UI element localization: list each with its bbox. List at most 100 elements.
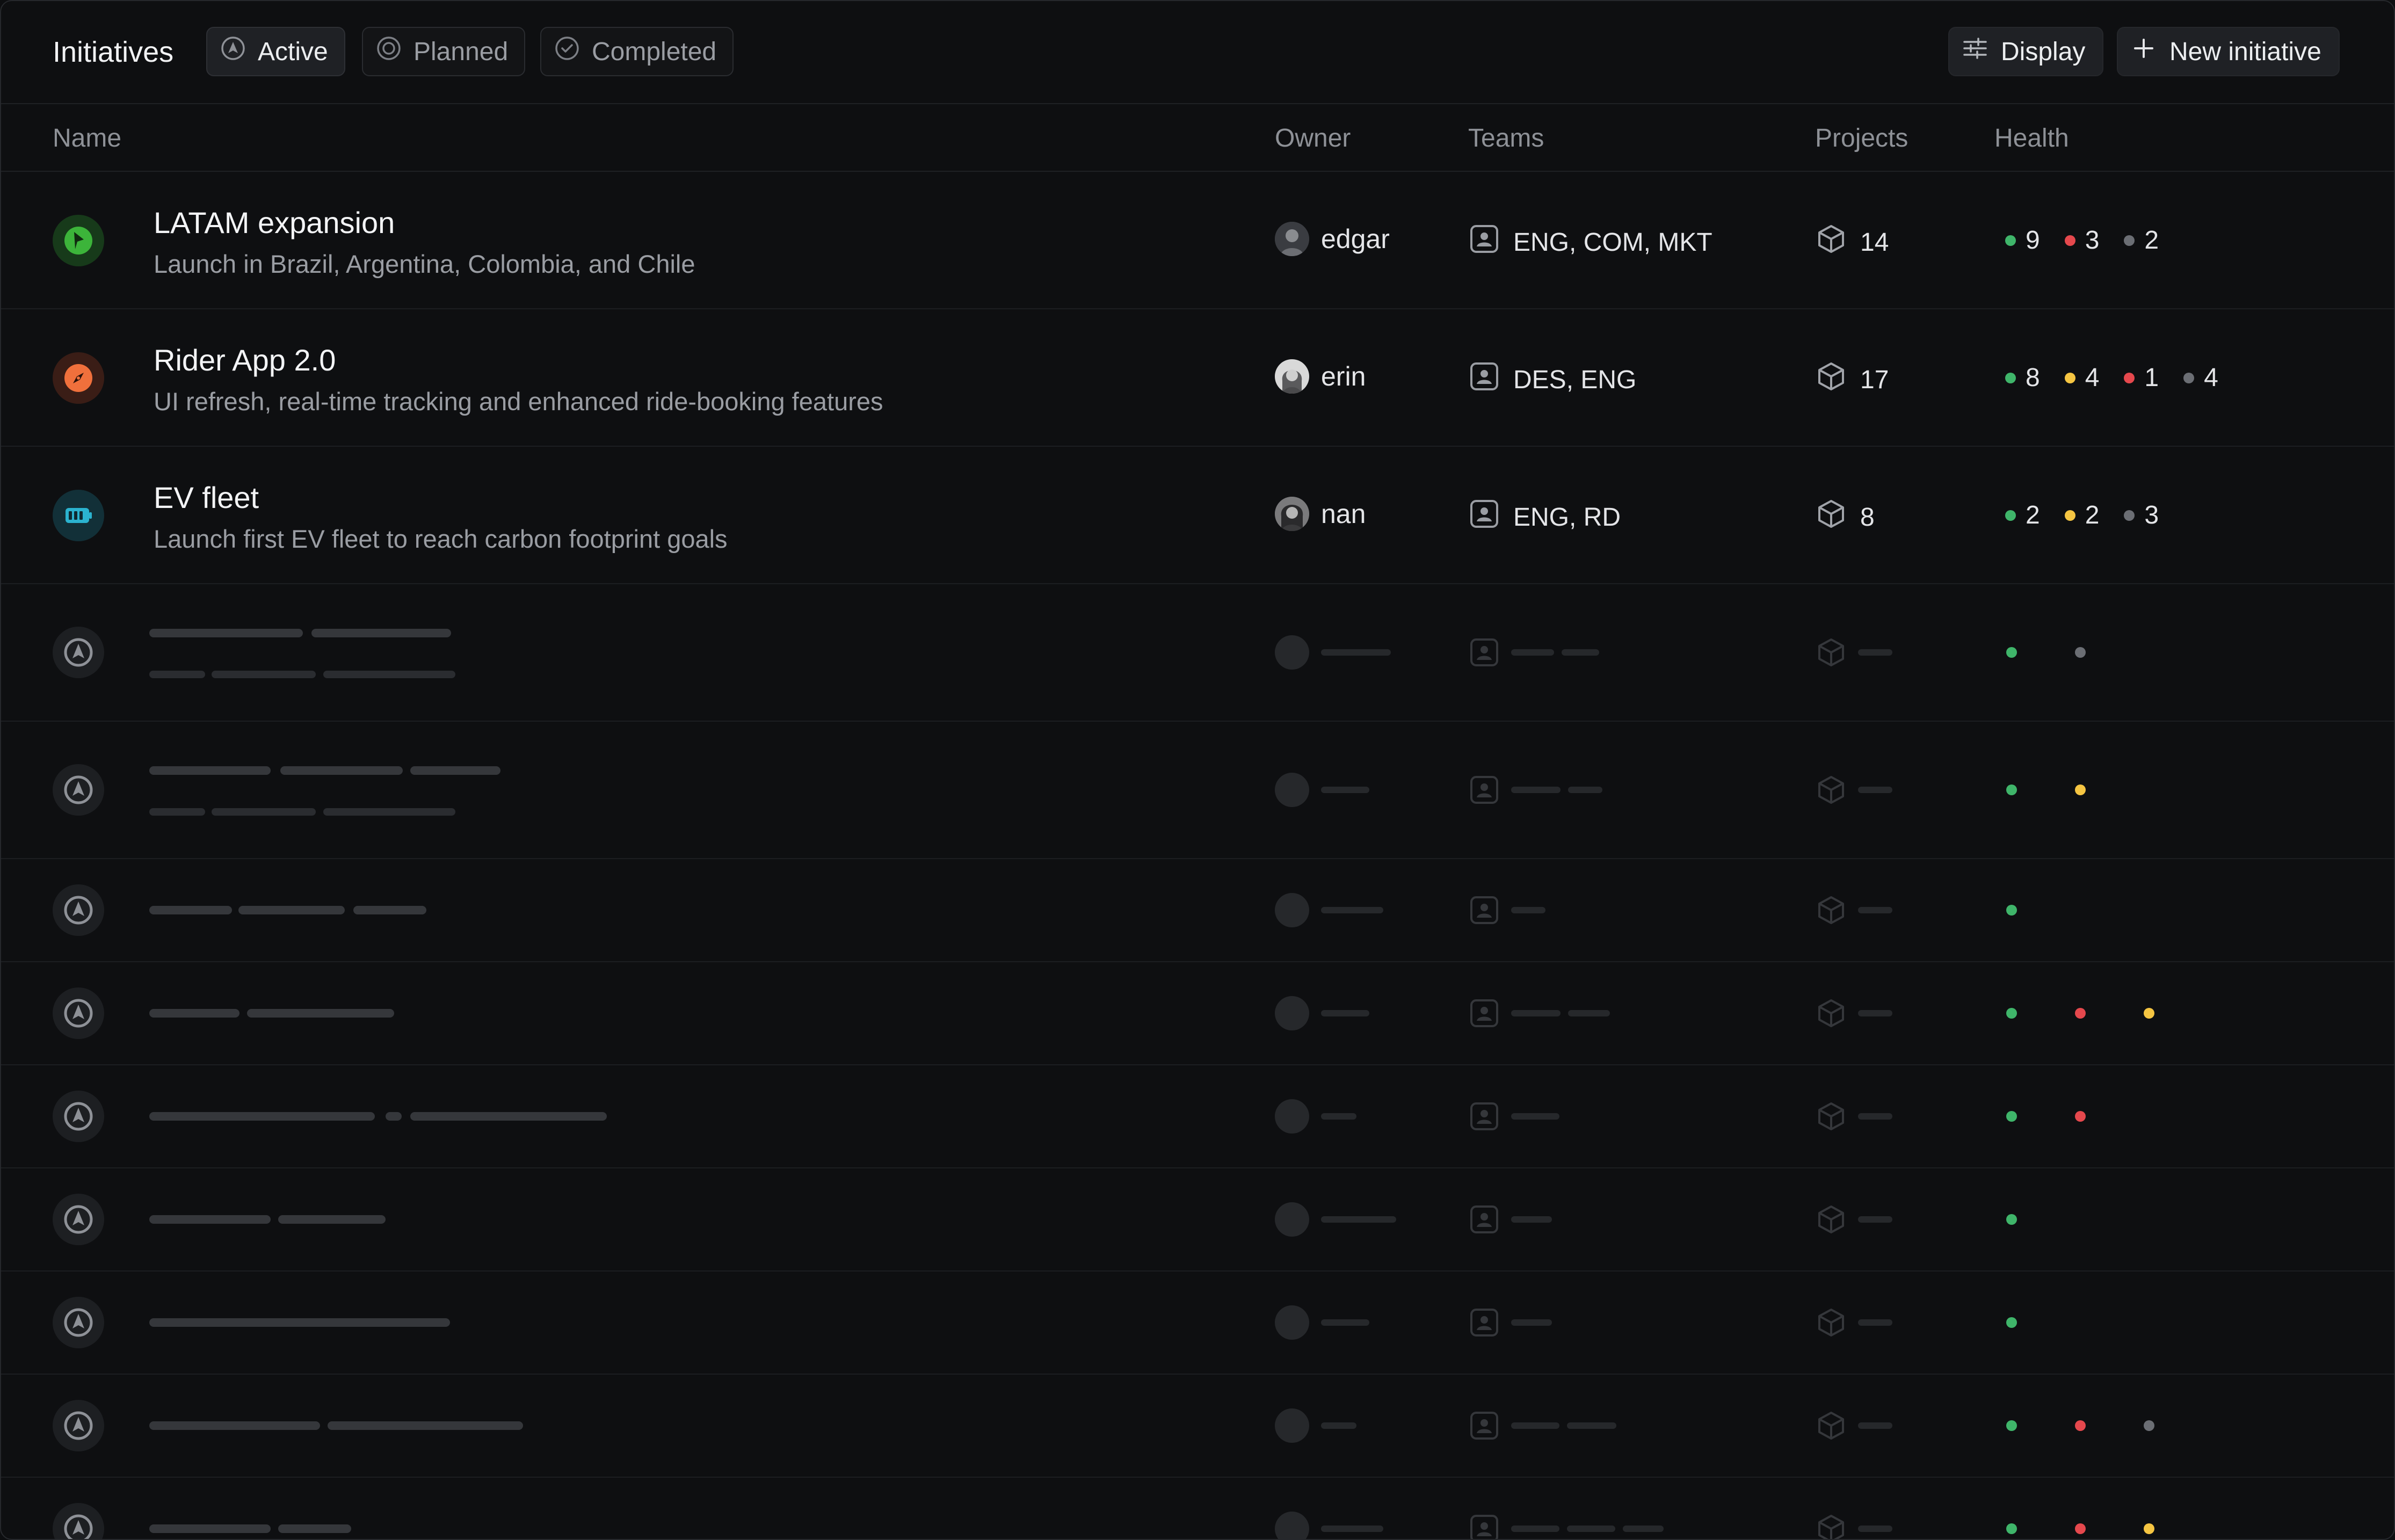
status-dot-green [2006, 1008, 2017, 1019]
tab-completed[interactable]: Completed [540, 27, 734, 76]
active-icon [53, 627, 104, 678]
flag-icon [53, 215, 104, 266]
skeleton-bar [149, 906, 232, 914]
teams-cell[interactable]: DES, ENG [1468, 360, 1636, 399]
skeleton-bar [1511, 649, 1554, 656]
page-title: Initiatives [53, 36, 174, 68]
new-initiative-button[interactable]: New initiative [2117, 27, 2340, 76]
status-dot-yellow [2144, 1523, 2154, 1534]
initiative-title[interactable]: EV fleet [154, 480, 259, 515]
avatar [1275, 1202, 1309, 1237]
owner-name: nan [1321, 499, 1366, 529]
cube-icon [1815, 1513, 1847, 1539]
team-icon [1468, 223, 1500, 261]
column-owner[interactable]: Owner [1275, 124, 1351, 153]
teams-cell[interactable]: ENG, COM, MKT [1468, 223, 1712, 261]
skeleton-bar [1511, 1526, 1559, 1532]
skeleton-bar [1567, 1526, 1615, 1532]
skeleton-bar [149, 1524, 271, 1533]
teams-cell[interactable]: ENG, RD [1468, 498, 1621, 536]
avatar [1275, 1408, 1309, 1443]
initiative-title[interactable]: LATAM expansion [154, 205, 395, 240]
skeleton-bar [247, 1009, 394, 1018]
status-dot-green [2005, 510, 2016, 521]
tab-completed-label: Completed [592, 37, 717, 66]
health-count: 8 [2026, 364, 2040, 392]
owner-name: erin [1321, 361, 1366, 391]
column-name[interactable]: Name [53, 124, 121, 153]
table-row[interactable]: EV fleet Launch first EV fleet to reach … [1, 447, 2394, 584]
tab-planned[interactable]: Planned [362, 27, 526, 76]
status-dot-green [2006, 647, 2017, 658]
skeleton-bar [1511, 1113, 1559, 1120]
status-dot-red [2075, 1523, 2086, 1534]
skeleton-bar [1562, 649, 1599, 656]
health-cell[interactable]: 8 4 1 4 [2005, 363, 2243, 393]
projects-cell[interactable]: 8 [1815, 498, 1875, 536]
column-health[interactable]: Health [1994, 124, 2069, 153]
projects-cell[interactable]: 14 [1815, 223, 1889, 261]
owner-cell[interactable]: erin [1275, 359, 1366, 394]
column-projects[interactable]: Projects [1815, 124, 1908, 153]
cube-icon [1815, 1306, 1847, 1339]
status-dot-green [2005, 235, 2016, 246]
skeleton-bar [149, 1421, 320, 1430]
cube-icon [1815, 894, 1847, 926]
health-cell[interactable]: 9 3 2 [2005, 226, 2183, 255]
skeleton-bar [149, 1215, 271, 1224]
projects-cell[interactable]: 17 [1815, 360, 1889, 399]
teams-text: ENG, COM, MKT [1513, 228, 1712, 257]
table-row[interactable]: Rider App 2.0 UI refresh, real-time trac… [1, 309, 2394, 447]
status-dot-gray [2075, 647, 2086, 658]
health-count: 2 [2144, 226, 2159, 255]
team-icon [1468, 498, 1500, 536]
status-dot-green [2006, 1317, 2017, 1328]
cube-icon [1815, 360, 1847, 399]
initiative-title[interactable]: Rider App 2.0 [154, 343, 336, 377]
planned-icon [375, 34, 403, 69]
status-dot-yellow [2144, 1008, 2154, 1019]
owner-cell[interactable]: edgar [1275, 222, 1390, 256]
cube-icon [1815, 223, 1847, 261]
tab-active[interactable]: Active [206, 27, 345, 76]
column-header: Name Owner Teams Projects Health [1, 103, 2394, 172]
team-icon [1468, 774, 1500, 806]
status-dot-red [2075, 1420, 2086, 1431]
placeholder-row [1, 584, 2394, 722]
skeleton-bar [278, 1215, 386, 1224]
status-dot-green [2006, 1420, 2017, 1431]
skeleton-bar [1623, 1526, 1664, 1532]
table-row[interactable]: LATAM expansion Launch in Brazil, Argent… [1, 172, 2394, 309]
skeleton-bar [323, 808, 455, 816]
team-icon [1468, 997, 1500, 1029]
initiatives-window: Initiatives Active Planned Completed Dis… [0, 0, 2395, 1540]
owner-cell[interactable]: nan [1275, 497, 1366, 531]
team-icon [1468, 894, 1500, 926]
display-label: Display [2001, 37, 2086, 66]
status-dot-red [2064, 235, 2075, 246]
health-cell[interactable]: 2 2 3 [2005, 500, 2183, 530]
cube-icon [1815, 997, 1847, 1029]
health-count: 4 [2085, 364, 2100, 392]
projects-count: 8 [1860, 503, 1875, 532]
skeleton-bar [212, 808, 316, 816]
status-dot-yellow [2064, 372, 2075, 383]
avatar [1275, 497, 1309, 531]
skeleton-bar [1858, 907, 1892, 913]
skeleton-bar [1858, 1422, 1892, 1429]
active-icon [53, 764, 104, 816]
display-button[interactable]: Display [1948, 27, 2104, 76]
team-icon [1468, 1410, 1500, 1442]
tab-planned-label: Planned [413, 37, 509, 66]
avatar [1275, 1305, 1309, 1340]
initiative-description: UI refresh, real-time tracking and enhan… [154, 387, 883, 416]
team-icon [1468, 1100, 1500, 1132]
skeleton-bar [278, 1524, 351, 1533]
active-icon [53, 1091, 104, 1142]
column-teams[interactable]: Teams [1468, 124, 1544, 153]
health-item: 2 [2005, 500, 2040, 530]
health-item: 4 [2064, 363, 2100, 393]
skeleton-bar [1511, 1216, 1552, 1223]
owner-name: edgar [1321, 224, 1390, 254]
skeleton-bar [410, 1112, 607, 1121]
